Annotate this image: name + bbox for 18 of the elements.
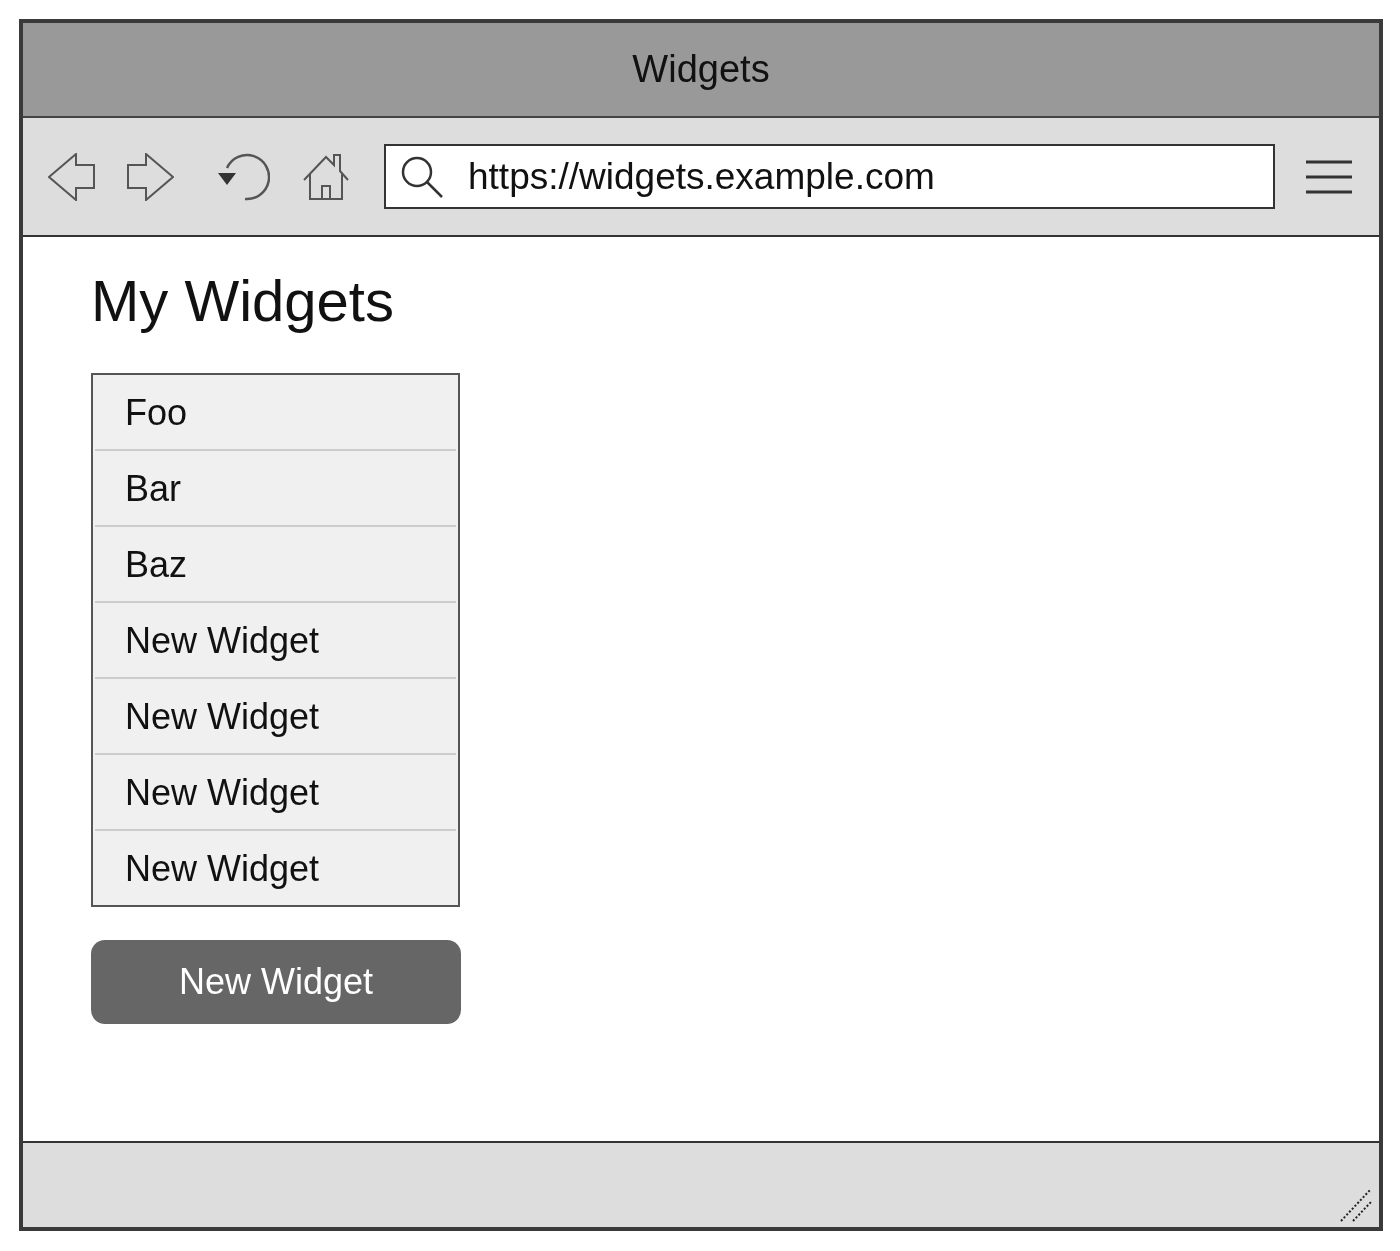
back-arrow-icon[interactable] xyxy=(48,152,95,201)
widget-list-item[interactable]: New Widget xyxy=(95,679,456,755)
widget-list-item[interactable]: Bar xyxy=(95,451,456,527)
widget-list-item[interactable]: New Widget xyxy=(95,831,456,905)
search-icon xyxy=(400,154,444,199)
forward-arrow-icon[interactable] xyxy=(127,152,174,201)
new-widget-button[interactable]: New Widget xyxy=(91,940,461,1024)
widget-list-item[interactable]: Foo xyxy=(95,375,456,451)
resize-grip-icon[interactable] xyxy=(1340,1188,1372,1222)
address-field[interactable]: https://widgets.example.com xyxy=(384,144,1275,209)
home-icon[interactable] xyxy=(303,152,349,201)
reload-icon[interactable] xyxy=(215,152,270,201)
page-heading: My Widgets xyxy=(91,267,395,335)
widget-list-item[interactable]: New Widget xyxy=(95,603,456,679)
window-title: Widgets xyxy=(632,48,770,91)
menu-icon[interactable] xyxy=(1306,159,1352,194)
widget-list-item[interactable]: Baz xyxy=(95,527,456,603)
widget-list-item[interactable]: New Widget xyxy=(95,755,456,831)
